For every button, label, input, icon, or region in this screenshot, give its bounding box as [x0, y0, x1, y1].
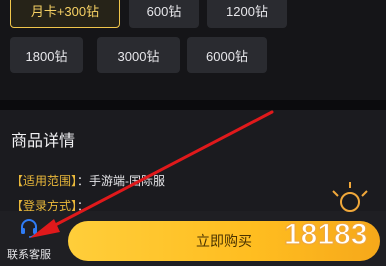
package-chip-label: 1200钻: [226, 3, 268, 19]
product-details-section: [0, 110, 386, 211]
package-chip-1800[interactable]: 1800钻: [10, 37, 83, 73]
package-chip-label: 6000钻: [206, 48, 248, 64]
package-chip-label: 600钻: [146, 3, 182, 19]
detail-row-scope: 【适用范围】：手游端-国际服: [11, 172, 165, 189]
package-chip-6000[interactable]: 6000钻: [187, 37, 267, 73]
package-chip-600[interactable]: 600钻: [129, 0, 199, 28]
package-chip-label: 3000钻: [117, 48, 160, 64]
package-chip-1200[interactable]: 1200钻: [207, 0, 287, 28]
section-divider: [0, 100, 386, 110]
package-chip-monthly[interactable]: 月卡+300钻: [10, 0, 120, 28]
detail-value-scope: ：手游端-国际服: [77, 174, 166, 188]
package-chip-label: 1800钻: [25, 48, 68, 64]
detail-key-scope: 【适用范围】: [11, 174, 78, 188]
package-chip-3000[interactable]: 3000钻: [97, 37, 180, 73]
buy-now-label: 立即购买: [196, 233, 252, 249]
package-chip-label: 月卡+300钻: [30, 3, 100, 19]
details-title: 商品详情: [11, 133, 76, 150]
headset-icon: [19, 218, 39, 243]
support-label: 联系客服: [7, 249, 51, 261]
buy-now-button[interactable]: 立即购买: [68, 221, 380, 261]
support-button[interactable]: 联系客服: [0, 214, 58, 266]
